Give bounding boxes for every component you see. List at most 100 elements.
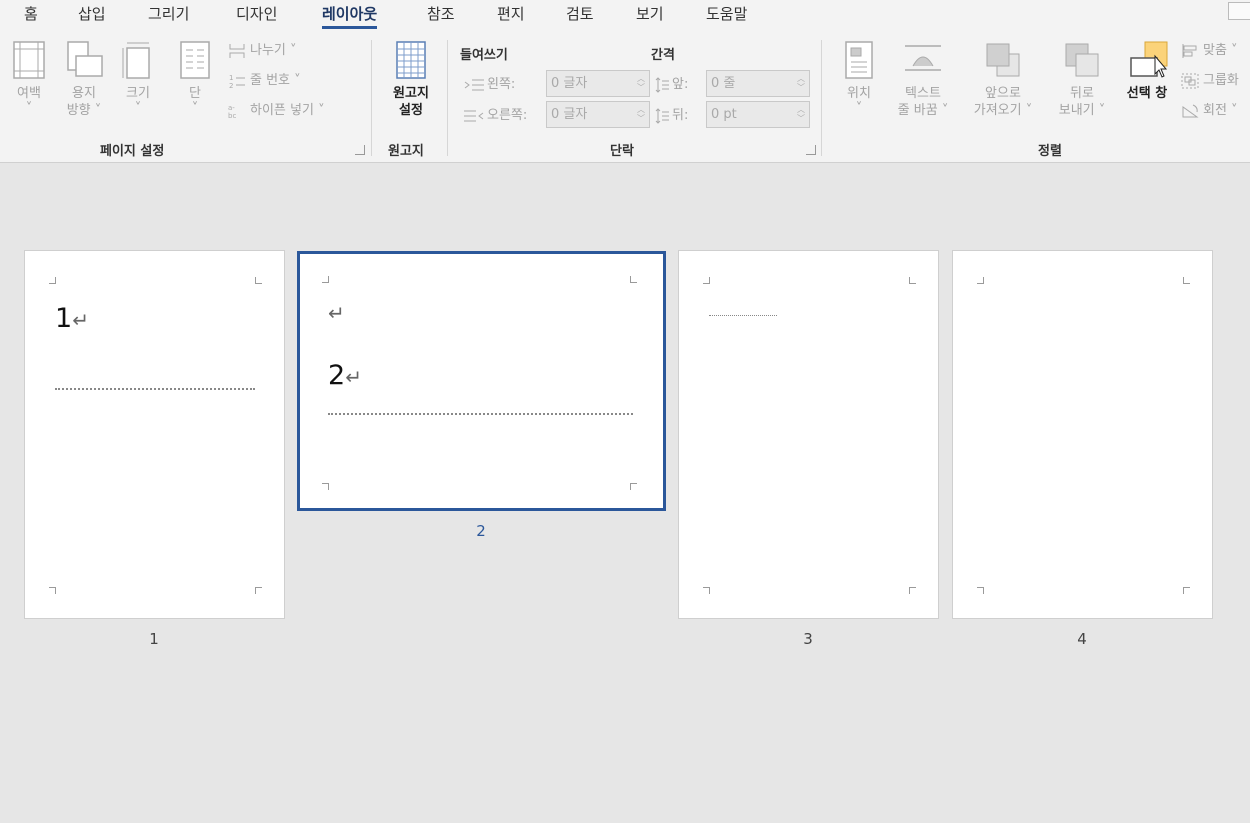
spacing-after-spinner[interactable]: ︿ ﹀ <box>797 105 805 124</box>
margins-icon <box>13 41 45 79</box>
page-heading: 1↵ <box>55 303 89 334</box>
spacing-heading: 간격 <box>651 48 675 63</box>
group-divider <box>371 40 372 156</box>
align-button[interactable]: 맞춤 ˅ <box>1181 42 1238 60</box>
hyphenation-button[interactable]: a- bc 하이픈 넣기 ˅ <box>228 102 325 120</box>
spacing-before-spinner[interactable]: ︿ ﹀ <box>797 74 805 93</box>
page-heading: 2↵ <box>328 360 362 391</box>
section-break-line <box>328 413 633 415</box>
page-number-label: 4 <box>1077 630 1087 648</box>
manuscript-group-label: 원고지 <box>388 144 424 159</box>
page-break-line <box>55 388 255 390</box>
tab-view[interactable]: 보기 <box>636 3 664 27</box>
empty-paragraph-mark: ↵ <box>328 298 345 327</box>
crop-mark <box>1183 587 1190 594</box>
tab-layout[interactable]: 레이아웃 <box>322 3 378 29</box>
page-thumbnail-1[interactable]: 1↵ <box>24 250 285 619</box>
ribbon-options-button[interactable] <box>1228 2 1250 20</box>
tab-review[interactable]: 검토 <box>566 3 594 27</box>
spacing-before-input[interactable]: 0 줄 ︿ ﹀ <box>706 70 810 97</box>
spacing-before-icon <box>655 76 669 93</box>
page-thumbnail-2[interactable]: ↵ 2↵ <box>297 251 666 511</box>
paragraph-launcher[interactable] <box>806 145 816 155</box>
page-thumbnail-4[interactable] <box>952 250 1213 619</box>
tab-design[interactable]: 디자인 <box>236 3 277 27</box>
size-icon <box>122 42 150 79</box>
crop-mark <box>977 587 984 594</box>
group-divider <box>447 40 448 156</box>
indent-left-label: 왼쪽: <box>464 76 515 94</box>
crop-mark <box>49 587 56 594</box>
selection-pane-button[interactable]: 선택 창 <box>1118 40 1176 103</box>
return-arrow-icon: ↵ <box>72 308 89 332</box>
selection-pane-icon <box>1130 41 1168 78</box>
crop-mark <box>703 277 710 284</box>
crop-mark <box>322 483 329 490</box>
breaks-button[interactable]: 나누기 ˅ <box>228 42 297 60</box>
return-arrow-icon: ↵ <box>345 365 362 389</box>
indent-left-input[interactable]: 0 글자 ︿ ﹀ <box>546 70 650 97</box>
size-button[interactable]: 크기 ˅ <box>118 40 158 118</box>
page-number-label: 3 <box>803 630 813 648</box>
indent-heading: 들여쓰기 <box>460 48 508 63</box>
wrap-text-button[interactable]: 텍스트 줄 바꿈 ˅ <box>888 40 958 120</box>
crop-mark <box>977 277 984 284</box>
line-numbers-button[interactable]: 1 2 줄 번호 ˅ <box>228 72 301 90</box>
orientation-button[interactable]: 용지 방향 ˅ <box>60 40 108 120</box>
send-backward-button[interactable]: 뒤로 보내기 ˅ <box>1048 40 1116 120</box>
tab-references[interactable]: 참조 <box>427 3 455 27</box>
hyphenation-icon: a- bc <box>228 104 236 119</box>
indent-right-spinner[interactable]: ︿ ﹀ <box>637 105 645 124</box>
breaks-icon <box>229 43 245 58</box>
crop-mark <box>630 483 637 490</box>
orientation-icon <box>67 41 103 77</box>
page-thumbnail-3[interactable] <box>678 250 939 619</box>
manuscript-icon <box>396 41 426 79</box>
columns-button[interactable]: 단 ˅ <box>176 40 214 118</box>
return-arrow-icon: ↵ <box>328 301 345 325</box>
group-icon <box>1181 73 1199 88</box>
position-button[interactable]: 위치 ˅ <box>838 40 880 118</box>
send-backward-icon <box>1065 43 1099 77</box>
ribbon-tab-bar: 홈 삽입 그리기 디자인 레이아웃 참조 편지 검토 보기 도움말 <box>0 0 1250 30</box>
indent-left-spinner[interactable]: ︿ ﹀ <box>637 74 645 93</box>
crop-mark <box>322 276 329 283</box>
svg-text:2: 2 <box>229 82 233 89</box>
bring-forward-button[interactable]: 앞으로 가져오기 ˅ <box>962 40 1044 120</box>
arrange-group-label: 정렬 <box>1038 144 1062 159</box>
svg-text:bc: bc <box>228 112 236 119</box>
align-icon <box>1182 43 1197 58</box>
group-divider <box>821 40 822 156</box>
crop-mark <box>1183 277 1190 284</box>
indent-left-icon <box>464 79 484 90</box>
page-number-label: 2 <box>476 522 486 540</box>
spacing-after-label: 뒤: <box>655 107 688 125</box>
svg-text:a-: a- <box>228 104 235 112</box>
page-setup-launcher[interactable] <box>355 145 365 155</box>
indent-right-icon <box>464 110 484 121</box>
page-setup-group-label: 페이지 설정 <box>100 144 165 159</box>
crop-mark <box>703 587 710 594</box>
page-number-label: 1 <box>149 630 159 648</box>
rotate-button[interactable]: 회전 ˅ <box>1181 102 1238 120</box>
indent-right-input[interactable]: 0 글자 ︿ ﹀ <box>546 101 650 128</box>
tab-help[interactable]: 도움말 <box>706 3 747 27</box>
manuscript-setup-button[interactable]: 원고지 설정 <box>382 40 440 120</box>
crop-mark <box>255 587 262 594</box>
svg-text:1: 1 <box>229 74 233 82</box>
group-button[interactable]: 그룹화 <box>1181 72 1239 90</box>
wrap-text-icon <box>905 45 941 71</box>
rotate-icon <box>1182 104 1199 117</box>
crop-mark <box>909 587 916 594</box>
crop-mark <box>909 277 916 284</box>
indent-right-label: 오른쪽: <box>464 107 527 125</box>
crop-mark <box>630 276 637 283</box>
tab-draw[interactable]: 그리기 <box>148 3 189 27</box>
tab-insert[interactable]: 삽입 <box>78 3 106 27</box>
page-break-line <box>709 315 777 316</box>
spacing-after-icon <box>655 107 669 124</box>
spacing-after-input[interactable]: 0 pt ︿ ﹀ <box>706 101 810 128</box>
tab-home[interactable]: 홈 <box>24 3 38 27</box>
tab-mailings[interactable]: 편지 <box>497 3 525 27</box>
margins-button[interactable]: 여백 ˅ <box>10 40 48 118</box>
